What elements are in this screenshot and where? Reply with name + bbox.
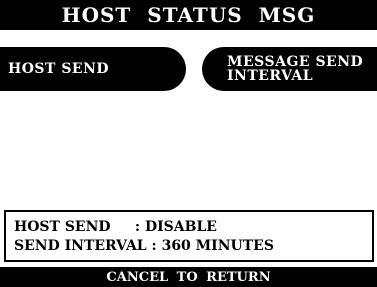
status-panel: HOST SEND : DISABLE SEND INTERVAL : 360 … [4, 210, 374, 262]
send-interval-status-value: 360 MINUTES [161, 238, 274, 254]
message-send-interval-label-line1: MESSAGE SEND [227, 54, 364, 70]
host-send-status-label: HOST SEND [14, 219, 135, 235]
page-title: HOST STATUS MSG [0, 0, 377, 30]
host-send-label: HOST SEND [8, 61, 110, 77]
cancel-instruction-text: CANCEL TO RETURN [106, 269, 271, 285]
host-send-status-row: HOST SEND : DISABLE [14, 218, 372, 237]
host-send-button[interactable]: HOST SEND [0, 47, 186, 91]
host-send-status-separator: : [134, 219, 145, 235]
host-send-status-value: DISABLE [144, 219, 217, 235]
send-interval-status-row: SEND INTERVAL : 360 MINUTES [14, 237, 372, 256]
message-send-interval-button[interactable]: MESSAGE SEND INTERVAL [202, 47, 377, 91]
send-interval-status-separator: : [151, 238, 162, 254]
page-title-text: HOST STATUS MSG [61, 3, 316, 27]
message-send-interval-label-line2: INTERVAL [227, 68, 314, 84]
send-interval-status-label: SEND INTERVAL [14, 238, 152, 254]
cancel-instruction-bar: CANCEL TO RETURN [0, 267, 377, 287]
